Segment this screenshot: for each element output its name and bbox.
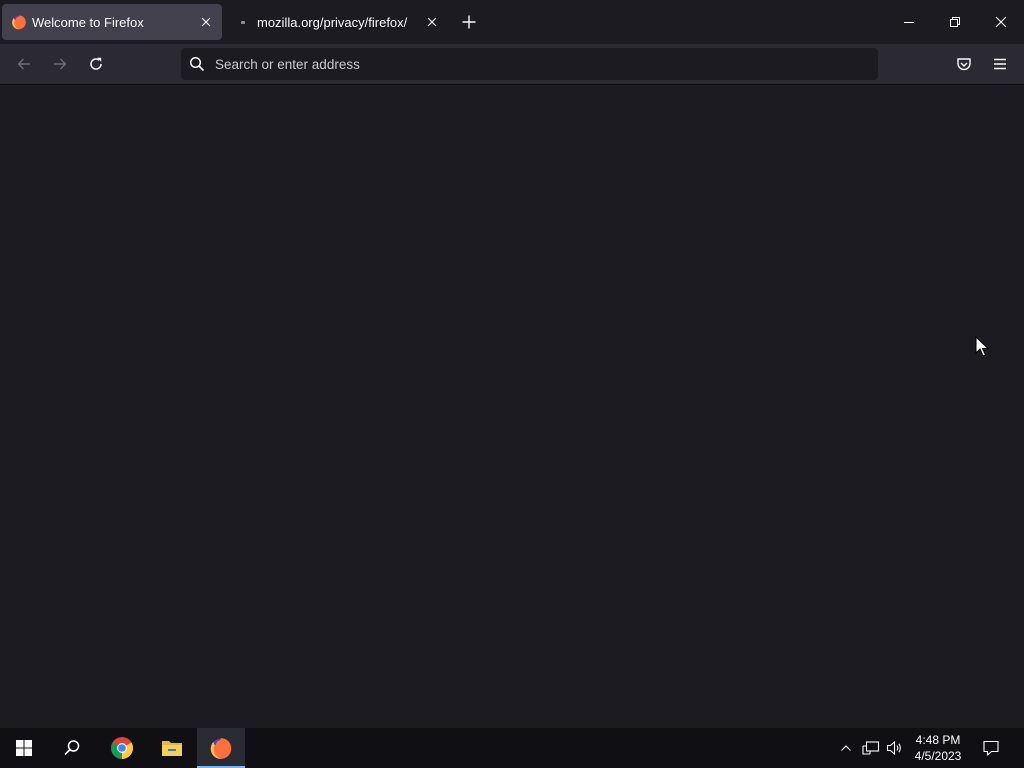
tab-welcome-to-firefox[interactable]: Welcome to Firefox [2,4,222,40]
restore-icon [950,17,960,27]
minimize-icon [904,22,914,23]
close-icon [995,16,1007,28]
window-close-button[interactable] [978,0,1024,44]
minimize-button[interactable] [886,0,932,44]
volume-tray-button[interactable] [884,728,906,768]
tab-title: Welcome to Firefox [32,15,144,30]
address-bar[interactable]: Search or enter address [181,48,878,80]
new-tab-button[interactable] [458,11,480,33]
close-icon [201,17,211,27]
close-icon [427,17,437,27]
taskbar-search-button[interactable] [48,728,96,768]
action-center-button[interactable] [976,728,1006,768]
menu-button[interactable] [986,50,1014,78]
address-bar-placeholder: Search or enter address [215,57,360,72]
tab-close-button[interactable] [198,14,214,30]
back-button[interactable] [10,50,38,78]
chrome-icon [111,737,133,759]
arrow-right-icon [54,58,67,70]
restore-button[interactable] [932,0,978,44]
clock-time: 4:48 PM [915,733,961,747]
tab-strip: Welcome to Firefox mozilla.org/privacy/f… [0,0,1024,44]
network-tray-button[interactable] [860,728,882,768]
start-button[interactable] [0,728,48,768]
taskbar-file-explorer[interactable] [148,728,196,768]
loading-dot-icon [241,21,245,24]
arrow-left-icon [17,58,30,70]
clock-date: 4/5/2023 [914,749,962,763]
hamburger-menu-icon [994,58,1006,70]
search-icon [189,56,205,72]
taskbar: 4:48 PM 4/5/2023 [0,728,1024,768]
reload-icon [90,57,102,70]
forward-button[interactable] [46,50,74,78]
show-hidden-icons-button[interactable] [836,728,856,768]
plus-icon [462,15,476,29]
file-explorer-icon [162,741,182,756]
tab-title: mozilla.org/privacy/firefox/ [257,15,408,30]
volume-icon [886,740,901,756]
firefox-icon [11,14,27,30]
tab-close-button[interactable] [424,14,440,30]
reload-button[interactable] [82,50,110,78]
pocket-icon [957,58,971,71]
pocket-button[interactable] [950,50,978,78]
taskbar-clock[interactable]: 4:48 PM 4/5/2023 [906,732,970,764]
taskbar-chrome[interactable] [98,728,146,768]
action-center-icon [983,740,999,756]
firefox-icon [210,738,232,759]
page-content[interactable] [0,85,1024,728]
tab-mozilla-privacy[interactable]: mozilla.org/privacy/firefox/ [230,4,448,40]
navigation-toolbar: Search or enter address [0,44,1024,85]
network-icon [862,741,880,755]
search-icon [64,740,80,756]
windows-start-icon [16,740,32,756]
mouse-cursor-icon [975,335,990,358]
taskbar-firefox[interactable] [197,728,245,768]
desktop-screen: Welcome to Firefox mozilla.org/privacy/f… [0,0,1024,768]
chevron-up-icon [841,745,851,751]
